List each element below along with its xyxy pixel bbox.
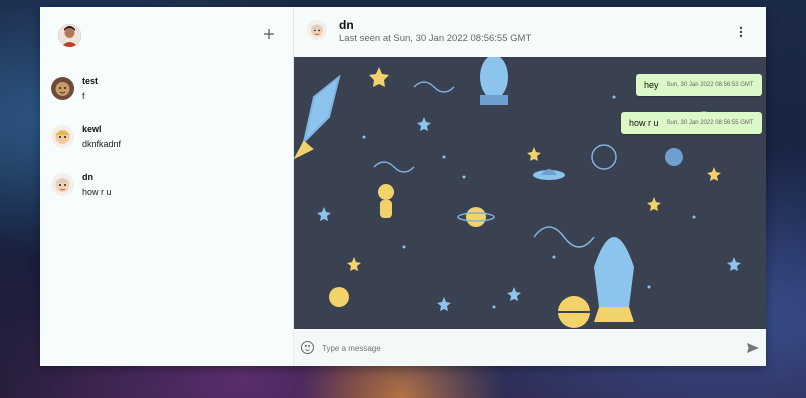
sidebar: test f kewl dknfkadnf dn how r u bbox=[40, 7, 294, 366]
message-timestamp: Sun, 30 Jan 2022 08:56:55 GMT bbox=[666, 120, 754, 126]
chat-last-message: how r u bbox=[82, 187, 112, 197]
send-button[interactable] bbox=[746, 341, 760, 355]
message-bubble: hey Sun, 30 Jan 2022 08:56:53 GMT bbox=[636, 74, 762, 96]
message-text: hey bbox=[644, 80, 659, 90]
avatar bbox=[51, 77, 74, 100]
chat-item-kewl[interactable]: kewl dknfkadnf bbox=[40, 121, 294, 169]
doodle-background bbox=[294, 57, 766, 329]
avatar bbox=[51, 125, 74, 148]
more-options-button[interactable] bbox=[736, 25, 746, 39]
kebab-menu-icon bbox=[739, 26, 743, 38]
message-input[interactable] bbox=[322, 339, 722, 357]
last-seen-status: Last seen at Sun, 30 Jan 2022 08:56:55 G… bbox=[339, 33, 532, 44]
chat-name: test bbox=[82, 76, 99, 86]
chat-last-message: dknfkadnf bbox=[82, 139, 122, 149]
send-icon bbox=[747, 343, 759, 353]
message-composer bbox=[294, 331, 766, 366]
conversation-panel: dn Last seen at Sun, 30 Jan 2022 08:56:5… bbox=[294, 7, 766, 366]
chat-app-window: test f kewl dknfkadnf dn how r u dn Last… bbox=[40, 7, 766, 366]
message-bubble: how r u Sun, 30 Jan 2022 08:56:55 GMT bbox=[621, 112, 762, 134]
conversation-header: dn Last seen at Sun, 30 Jan 2022 08:56:5… bbox=[294, 7, 766, 57]
chat-list: test f kewl dknfkadnf dn how r u bbox=[40, 73, 294, 217]
chat-name: dn bbox=[82, 172, 93, 182]
chat-item-test[interactable]: test f bbox=[40, 73, 294, 121]
contact-name: dn bbox=[339, 18, 354, 32]
emoji-mouth bbox=[305, 348, 310, 351]
sidebar-header bbox=[40, 7, 293, 63]
new-chat-button[interactable] bbox=[260, 25, 278, 43]
user-avatar[interactable] bbox=[58, 24, 81, 47]
emoji-icon[interactable] bbox=[301, 341, 314, 354]
contact-avatar[interactable] bbox=[307, 20, 327, 40]
chat-item-dn[interactable]: dn how r u bbox=[40, 169, 294, 217]
chat-name: kewl bbox=[82, 124, 102, 134]
message-area[interactable]: hey Sun, 30 Jan 2022 08:56:53 GMT how r … bbox=[294, 57, 766, 329]
avatar bbox=[51, 173, 74, 196]
chat-last-message: f bbox=[82, 91, 85, 101]
message-text: how r u bbox=[629, 118, 659, 128]
message-timestamp: Sun, 30 Jan 2022 08:56:53 GMT bbox=[666, 82, 754, 88]
plus-icon bbox=[264, 29, 274, 39]
